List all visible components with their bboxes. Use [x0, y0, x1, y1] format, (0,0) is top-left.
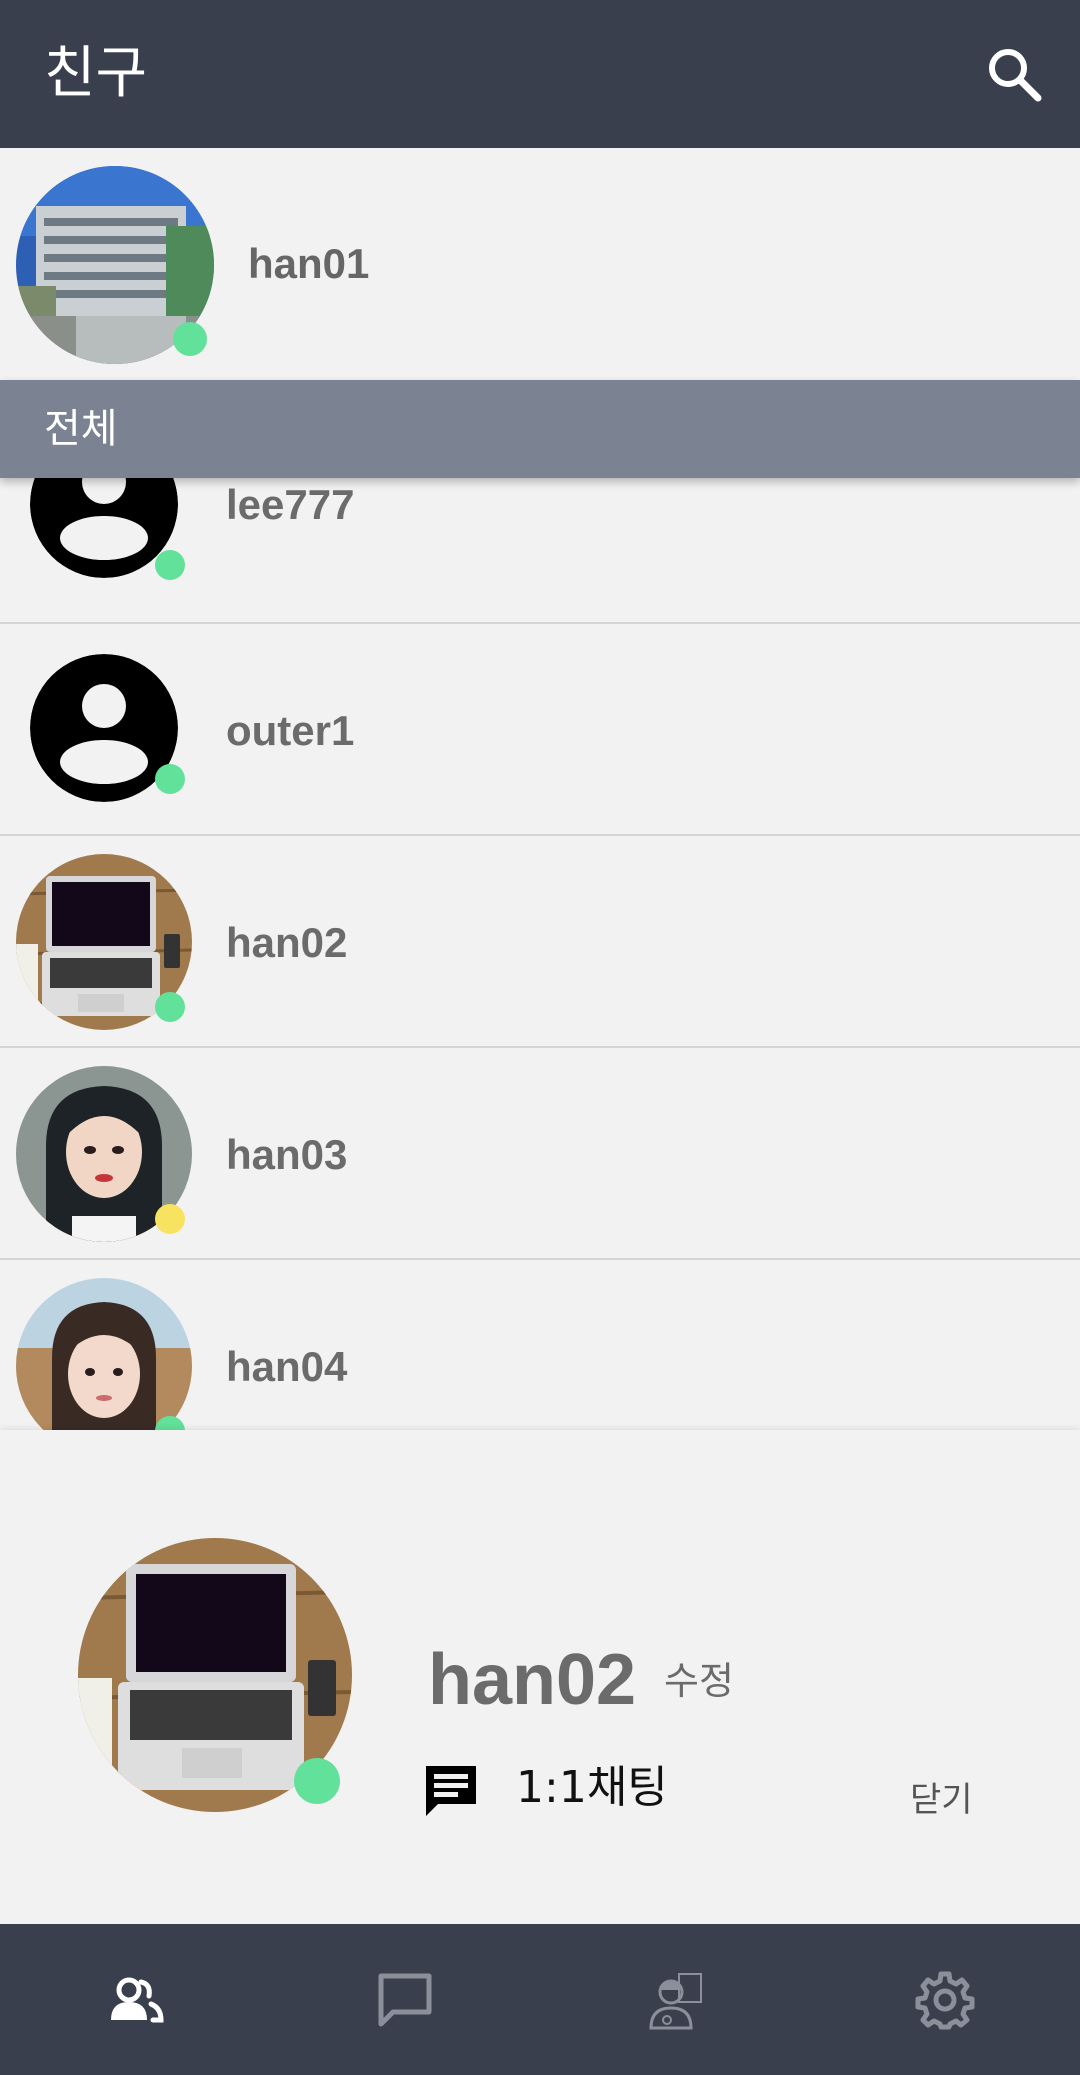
- profile-bottom-sheet: han02 수정 1:1채팅 닫기: [0, 1430, 1080, 1924]
- nav-settings[interactable]: [810, 1924, 1080, 2075]
- friend-name: han04: [226, 1343, 348, 1390]
- settings-icon: [915, 1971, 975, 2030]
- status-dot-online: [294, 1758, 340, 1804]
- friend-name: han03: [226, 1131, 348, 1178]
- friend-row-han03[interactable]: han03: [0, 1048, 1080, 1260]
- friend-row-han04[interactable]: han04: [0, 1260, 1080, 1430]
- friend-row-lee777[interactable]: lee777: [0, 478, 1080, 624]
- bottom-navigation: [0, 1924, 1080, 2075]
- section-label: 전체: [44, 406, 118, 452]
- page-title: 친구: [44, 41, 148, 106]
- edit-button[interactable]: 수정: [664, 1656, 734, 1706]
- contacts-icon: [649, 1973, 702, 2030]
- chat-icon: [378, 1973, 432, 2027]
- nav-contacts[interactable]: [540, 1924, 810, 2075]
- section-header-all: 전체: [0, 380, 1080, 478]
- profile-name: han02: [428, 1640, 637, 1720]
- status-dot-away: [155, 1204, 185, 1234]
- friend-name: han02: [226, 919, 348, 966]
- status-dot-online: [155, 764, 185, 794]
- nav-chat[interactable]: [270, 1924, 540, 2075]
- status-dot-online: [173, 322, 207, 356]
- friend-list[interactable]: lee777 outer1 han02 han03 han04: [0, 478, 1080, 1430]
- friend-name: lee777: [226, 481, 355, 528]
- status-dot-online: [155, 550, 185, 580]
- one-to-one-chat-button[interactable]: 1:1채팅: [516, 1760, 668, 1816]
- search-icon[interactable]: [982, 42, 1046, 106]
- close-button[interactable]: 닫기: [910, 1778, 973, 1822]
- friend-row-outer1[interactable]: outer1: [0, 624, 1080, 836]
- person-avatar: [16, 1278, 192, 1430]
- friend-row-han02[interactable]: han02: [0, 836, 1080, 1048]
- friends-icon: [111, 1977, 164, 2023]
- my-name: han01: [248, 240, 370, 287]
- friend-name: outer1: [226, 707, 355, 754]
- nav-friends[interactable]: [0, 1924, 270, 2075]
- my-profile-row[interactable]: han01: [0, 148, 1080, 380]
- status-dot-online: [155, 992, 185, 1022]
- chat-bubble-icon[interactable]: [420, 1760, 482, 1822]
- app-bar: 친구: [0, 0, 1080, 148]
